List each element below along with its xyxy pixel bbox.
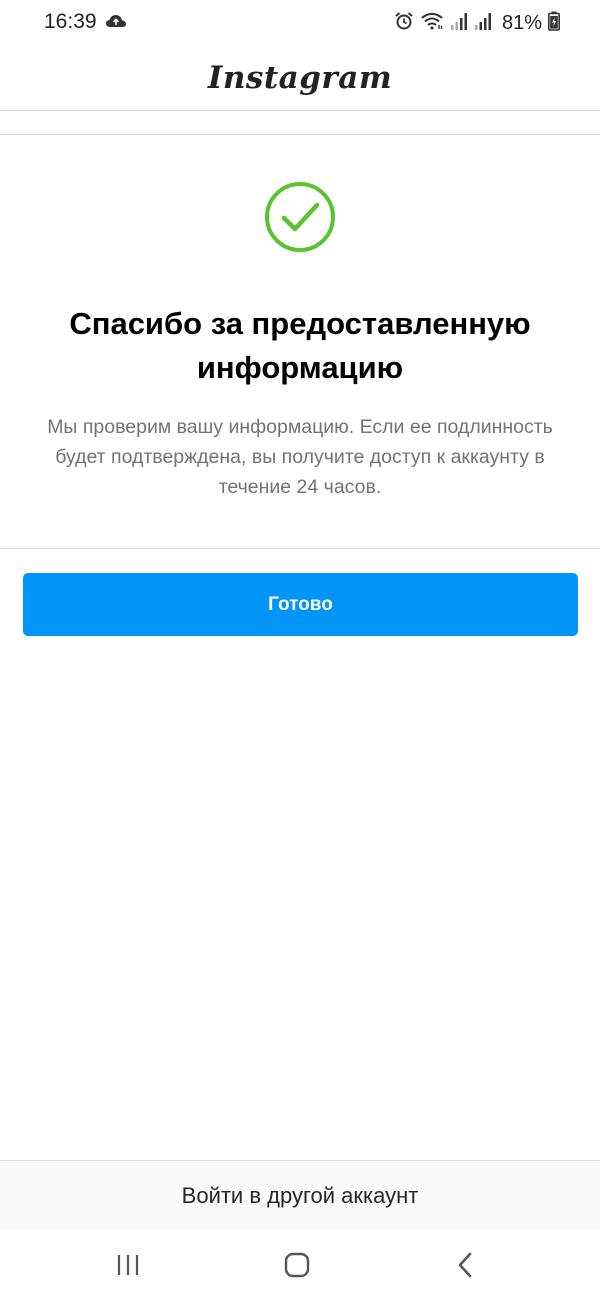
navigation-bar (0, 1230, 600, 1299)
app-header: Instagram (0, 46, 600, 111)
screen: 16:39 81% Instagram Спасибо за предостав… (0, 0, 600, 1299)
recents-icon[interactable] (108, 1248, 148, 1282)
divider (0, 548, 600, 549)
battery-percent: 81% (501, 11, 542, 34)
back-icon[interactable] (445, 1248, 485, 1282)
home-icon[interactable] (277, 1248, 317, 1282)
status-bar: 16:39 81% (0, 0, 600, 46)
divider (0, 134, 600, 135)
signal-icon (474, 11, 492, 36)
wifi-icon (420, 11, 444, 36)
alarm-icon (394, 11, 414, 36)
check-circle-icon (264, 181, 336, 253)
confirmation-description: Мы проверим вашу информацию. Если ее под… (47, 416, 553, 498)
cloud-icon (105, 12, 127, 32)
instagram-logo: Instagram (207, 60, 393, 96)
confirmation-title: Спасибо за предоставленную информацию (69, 306, 531, 385)
status-time: 16:39 (44, 10, 97, 33)
switch-account-button[interactable]: Войти в другой аккаунт (0, 1160, 600, 1230)
done-button[interactable]: Готово (23, 573, 578, 636)
signal-icon (450, 11, 468, 36)
battery-charging-icon (548, 11, 560, 36)
status-icons: 81% (394, 10, 560, 36)
